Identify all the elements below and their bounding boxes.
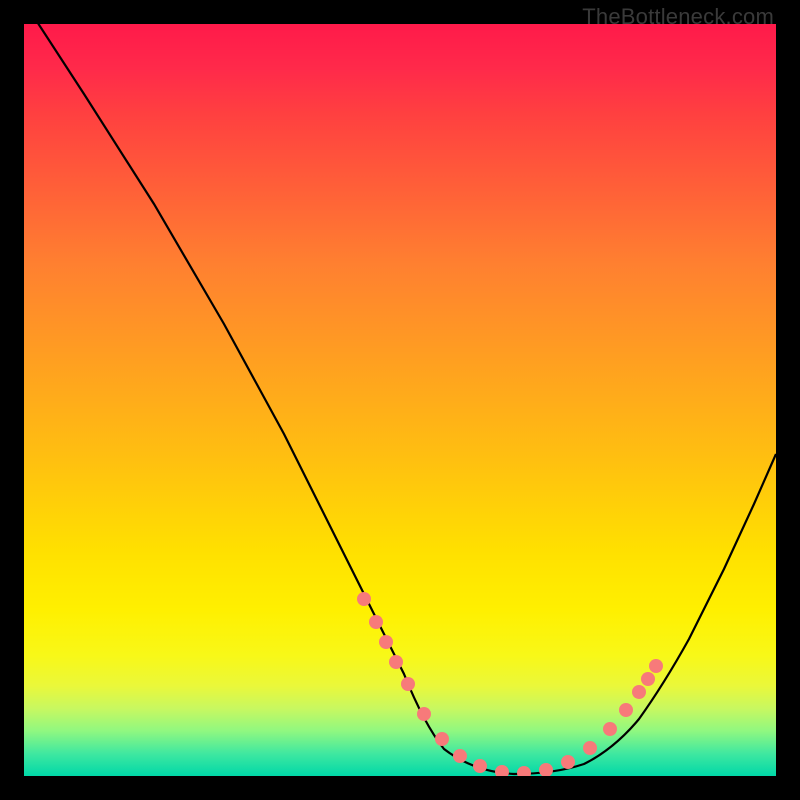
- plot-area: [24, 24, 776, 776]
- watermark-text: TheBottleneck.com: [582, 4, 774, 30]
- chart-frame: TheBottleneck.com: [0, 0, 800, 800]
- curve-path: [32, 24, 776, 774]
- bottleneck-curve: [24, 24, 776, 776]
- marker-dots: [357, 592, 663, 776]
